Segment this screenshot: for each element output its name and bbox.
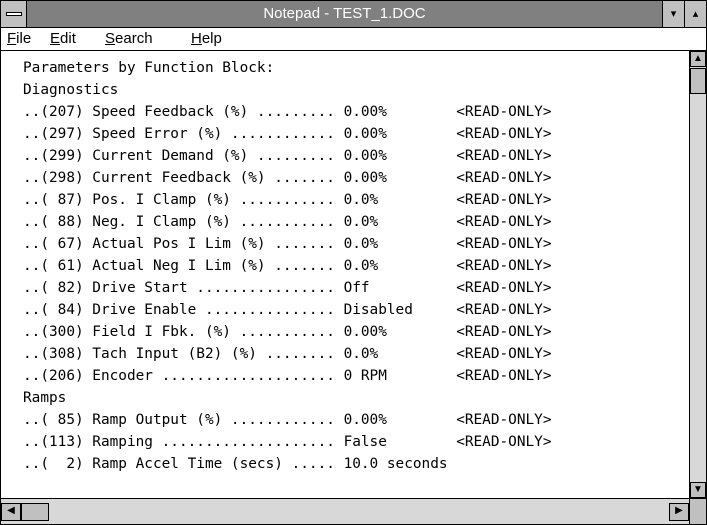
- text-line: ..( 67) Actual Pos I Lim (%) ....... 0.0…: [23, 236, 552, 252]
- text-line: ..( 82) Drive Start ................ Off…: [23, 280, 552, 296]
- arrow-down-icon: ▼: [693, 484, 703, 495]
- text-line: Parameters by Function Block:: [23, 60, 275, 76]
- arrow-right-icon: ▶: [675, 505, 683, 516]
- text-line: ..(308) Tach Input (B2) (%) ........ 0.0…: [23, 346, 552, 362]
- text-line: ..(113) Ramping .................... Fal…: [23, 434, 552, 450]
- window-title: Notepad - TEST_1.DOC: [263, 5, 426, 22]
- scrollbar-corner: [689, 498, 706, 524]
- system-menu-button[interactable]: [1, 1, 27, 27]
- arrow-up-icon: ▲: [693, 53, 703, 64]
- horizontal-scroll-thumb[interactable]: [21, 503, 49, 521]
- scroll-right-button[interactable]: ▶: [669, 503, 689, 521]
- menu-file[interactable]: File: [7, 28, 31, 50]
- text-line: ..( 84) Drive Enable ............... Dis…: [23, 302, 552, 318]
- text-line: ..(298) Current Feedback (%) ....... 0.0…: [23, 170, 552, 186]
- menu-accelerator-letter: F: [7, 30, 17, 47]
- text-line: ..( 2) Ramp Accel Time (secs) ..... 10.0…: [23, 456, 448, 472]
- text-line: ..(207) Speed Feedback (%) ......... 0.0…: [23, 104, 552, 120]
- menu-accelerator-letter: E: [50, 30, 61, 47]
- scroll-down-button[interactable]: ▼: [690, 482, 706, 498]
- text-line: Ramps: [23, 390, 67, 406]
- menu-edit[interactable]: Edit: [50, 28, 76, 50]
- text-line: ..( 88) Neg. I Clamp (%) ........... 0.0…: [23, 214, 552, 230]
- menu-help[interactable]: Help: [191, 28, 222, 50]
- system-menu-icon: [6, 12, 22, 16]
- text-line: ..(299) Current Demand (%) ......... 0.0…: [23, 148, 552, 164]
- arrow-left-icon: ◀: [7, 505, 15, 516]
- scroll-left-button[interactable]: ◀: [1, 503, 21, 521]
- text-line: ..( 87) Pos. I Clamp (%) ........... 0.0…: [23, 192, 552, 208]
- horizontal-scrollbar[interactable]: ◀ ▶: [1, 498, 689, 524]
- menu-accelerator-letter: S: [105, 30, 116, 47]
- text-line: Diagnostics: [23, 82, 119, 98]
- maximize-icon: ▴: [692, 8, 699, 20]
- title-bar[interactable]: Notepad - TEST_1.DOC ▾ ▴: [1, 1, 706, 28]
- maximize-button[interactable]: ▴: [684, 1, 706, 27]
- text-line: ..( 85) Ramp Output (%) ............ 0.0…: [23, 412, 552, 428]
- minimize-icon: ▾: [670, 8, 677, 20]
- text-editor-area[interactable]: Parameters by Function Block: Diagnostics…: [1, 51, 689, 498]
- vertical-scrollbar[interactable]: ▲ ▼: [689, 51, 706, 498]
- notepad-window: Notepad - TEST_1.DOC ▾ ▴ File Edit Searc…: [0, 0, 707, 525]
- text-line: ..(206) Encoder .................... 0 R…: [23, 368, 552, 384]
- vertical-scroll-thumb[interactable]: [690, 68, 706, 94]
- menu-search[interactable]: Search: [105, 28, 153, 50]
- text-line: ..(300) Field I Fbk. (%) ........... 0.0…: [23, 324, 552, 340]
- menu-accelerator-letter: H: [191, 30, 202, 47]
- menu-bar: File Edit Search Help: [1, 28, 706, 51]
- text-line: ..( 61) Actual Neg I Lim (%) ....... 0.0…: [23, 258, 552, 274]
- text-line: ..(297) Speed Error (%) ............ 0.0…: [23, 126, 552, 142]
- minimize-button[interactable]: ▾: [662, 1, 684, 27]
- scroll-up-button[interactable]: ▲: [690, 51, 706, 67]
